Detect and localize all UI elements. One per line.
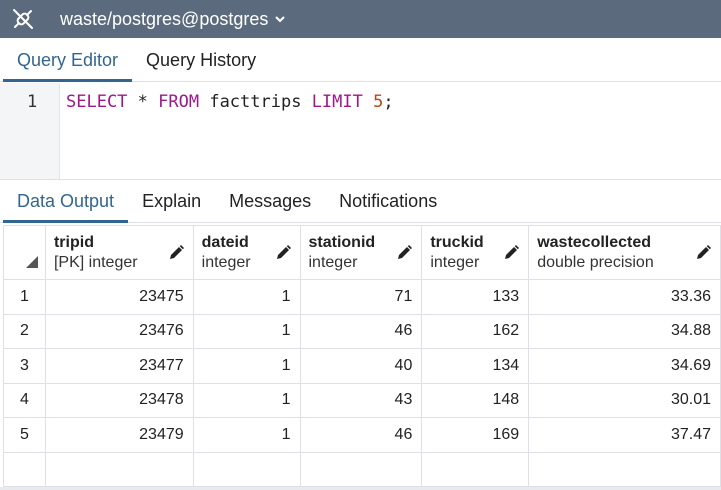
table-cell[interactable]: 1 [192,348,301,384]
empty-cell [299,451,423,487]
table-row: 2 23476 1 46 162 34.88 [3,313,721,349]
row-number[interactable]: 3 [3,348,46,384]
edit-pencil-icon [395,244,413,267]
table-cell[interactable]: 46 [299,313,423,349]
sql-keyword-limit: LIMIT [311,92,363,112]
table-cell[interactable]: 134 [421,348,530,384]
sql-semicolon: ; [383,92,394,112]
table-cell[interactable]: 33.36 [528,279,721,315]
header-row: tripid [PK] integer dateid integer stati… [3,225,721,280]
row-number[interactable]: 4 [3,382,46,418]
edit-pencil-icon [502,244,520,267]
empty-cell [192,451,301,487]
select-all-icon [26,255,38,273]
column-header-wastecollected[interactable]: wastecollected double precision [528,225,721,280]
edit-pencil-icon [167,244,185,267]
query-tabs: Query Editor Query History [0,38,721,82]
tab-data-output[interactable]: Data Output [0,180,129,223]
connection-status-icon[interactable] [0,0,46,38]
column-header-truckid[interactable]: truckid integer [421,225,530,280]
table-cell[interactable]: 133 [421,279,530,315]
sql-space [363,92,373,112]
line-number: 1 [27,92,38,112]
tab-explain[interactable]: Explain [128,180,215,222]
table-cell[interactable]: 71 [299,279,423,315]
sql-table-name: facttrips [199,92,312,112]
row-number[interactable]: 5 [3,417,46,453]
tab-query-editor[interactable]: Query Editor [0,37,133,82]
table-cell[interactable]: 23478 [44,382,194,418]
table-cell[interactable]: 23475 [44,279,194,315]
sql-star: * [127,92,159,112]
table-row: 4 23478 1 43 148 30.01 [3,382,721,418]
column-type: double precision [537,253,654,271]
table-cell[interactable]: 34.88 [528,313,721,349]
column-type: [PK] integer [53,253,138,271]
table-cell[interactable]: 23477 [44,348,194,384]
tab-notifications[interactable]: Notifications [325,180,451,222]
row-number[interactable]: 1 [3,279,46,315]
sql-limit-value: 5 [373,92,384,112]
chevron-down-icon [274,13,286,25]
title-bar: waste/postgres@postgres [0,0,721,38]
line-gutter: 1 [0,83,60,179]
column-header-dateid[interactable]: dateid integer [192,225,301,280]
table-cell[interactable]: 46 [299,417,423,453]
sql-keyword-select: SELECT [66,92,128,112]
data-output-grid: tripid [PK] integer dateid integer stati… [3,225,721,487]
table-cell[interactable]: 162 [421,313,530,349]
column-name: tripid [53,233,94,251]
sql-code-line[interactable]: SELECT * FROM facttrips LIMIT 5; [66,92,394,112]
column-header-stationid[interactable]: stationid integer [299,225,423,280]
table-row: 1 23475 1 71 133 33.36 [3,279,721,315]
edit-pencil-icon [694,244,712,267]
table-cell[interactable]: 148 [421,382,530,418]
select-all-corner[interactable] [3,225,46,280]
column-name: wastecollected [537,233,652,251]
table-cell[interactable]: 169 [421,417,530,453]
column-header-tripid[interactable]: tripid [PK] integer [44,225,194,280]
result-table: tripid [PK] integer dateid integer stati… [3,225,721,487]
sql-keyword-from: FROM [158,92,200,112]
empty-cell [528,451,721,487]
table-cell[interactable]: 23479 [44,417,194,453]
table-cell[interactable]: 37.47 [528,417,721,453]
empty-cell [3,451,46,487]
output-tabs: Data Output Explain Messages Notificatio… [0,181,721,223]
table-cell[interactable]: 30.01 [528,382,721,418]
table-cell[interactable]: 43 [299,382,423,418]
row-number[interactable]: 2 [3,313,46,349]
connection-label: waste/postgres@postgres [60,8,269,29]
empty-cell [421,451,530,487]
table-cell[interactable]: 1 [192,279,301,315]
connection-selector[interactable]: waste/postgres@postgres [60,9,286,30]
table-cell[interactable]: 1 [192,417,301,453]
tab-messages[interactable]: Messages [215,180,325,222]
table-cell[interactable]: 23476 [44,313,194,349]
sql-editor[interactable]: 1 SELECT * FROM facttrips LIMIT 5; [0,83,721,180]
table-row: 5 23479 1 46 169 37.47 [3,417,721,453]
table-row: 3 23477 1 40 134 34.69 [3,348,721,384]
table-cell[interactable]: 40 [299,348,423,384]
table-cell[interactable]: 1 [192,313,301,349]
tab-query-history[interactable]: Query History [132,37,270,81]
edit-pencil-icon [274,244,292,267]
empty-row [3,451,721,487]
table-cell[interactable]: 34.69 [528,348,721,384]
table-cell[interactable]: 1 [192,382,301,418]
empty-cell [44,451,194,487]
